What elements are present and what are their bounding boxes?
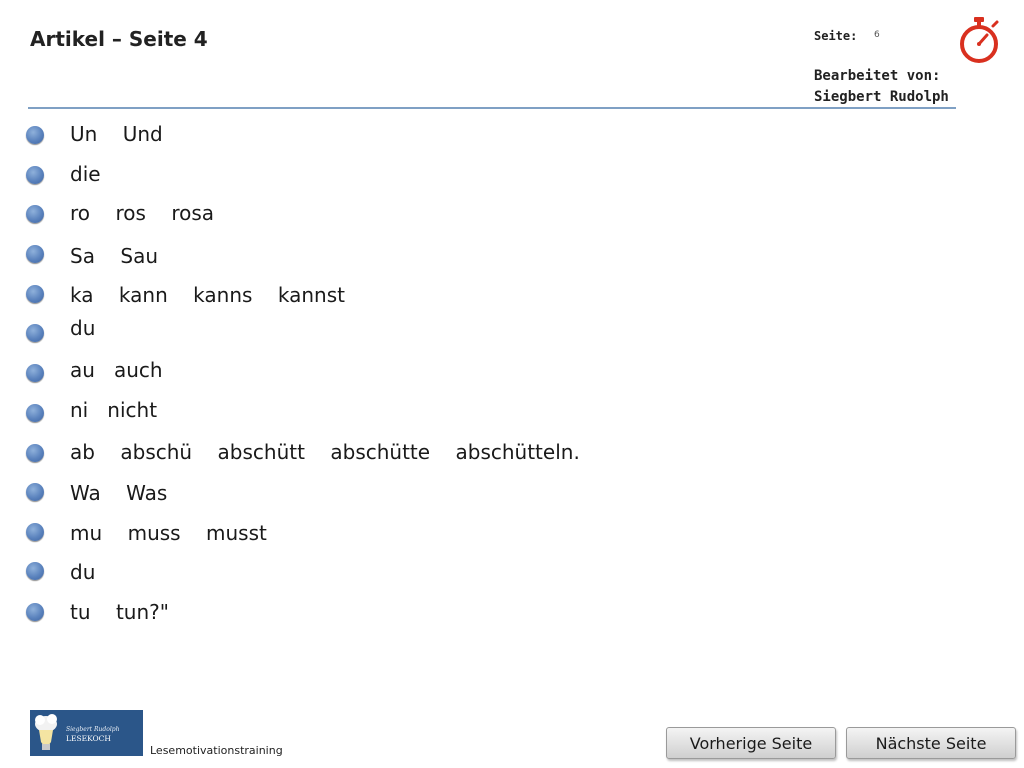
page-title: Artikel – Seite 4 [30,27,208,51]
word-line: tu tun?" [70,600,169,624]
bullet-icon[interactable] [26,245,44,263]
svg-text:Siegbert Rudolph: Siegbert Rudolph [66,726,120,733]
word-line: du [70,560,96,584]
edited-by-label: Bearbeitet von: [814,68,941,84]
bullet-icon[interactable] [26,483,44,501]
word-line: du [70,316,96,340]
bullet-icon[interactable] [26,523,44,541]
bullet-icon[interactable] [26,404,44,422]
bullet-icon[interactable] [26,324,44,342]
editor-name: Siegbert Rudolph [814,89,949,105]
bullet-icon[interactable] [26,205,44,223]
word-line: ka kann kanns kannst [70,283,345,307]
word-line: au auch [70,358,163,382]
header-divider [28,107,956,109]
bullet-icon[interactable] [26,166,44,184]
word-line: ro ros rosa [70,201,215,225]
lesekoch-logo: Siegbert Rudolph LESEKOCH [30,710,143,756]
footer-caption: Lesemotivationstraining [150,744,283,757]
word-line: ni nicht [70,398,158,422]
previous-page-button[interactable]: Vorherige Seite [666,727,836,759]
page-number-value: 6 [874,30,880,40]
bullet-icon[interactable] [26,562,44,580]
word-line: Wa Was [70,481,168,505]
bullet-icon[interactable] [26,364,44,382]
svg-text:LESEKOCH: LESEKOCH [66,734,111,743]
bullet-icon[interactable] [26,444,44,462]
next-page-button[interactable]: Nächste Seite [846,727,1016,759]
bullet-icon[interactable] [26,603,44,621]
bullet-icon[interactable] [26,126,44,144]
page-number-label: Seite: [814,29,858,43]
word-line: ab abschü abschütt abschütte abschütteln… [70,440,580,464]
bullet-icon[interactable] [26,285,44,303]
word-line: mu muss musst [70,521,267,545]
stopwatch-icon[interactable] [956,16,1002,64]
word-line: die [70,162,101,186]
word-line: Sa Sau [70,244,159,268]
edited-by: Bearbeitet von: Siegbert Rudolph [814,66,949,108]
word-line: Un Und [70,122,163,146]
